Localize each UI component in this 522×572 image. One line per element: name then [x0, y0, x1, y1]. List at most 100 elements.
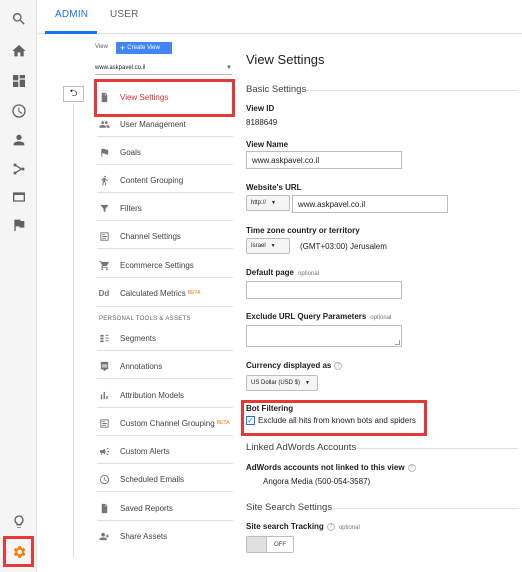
default-page-text: Default page [246, 268, 295, 277]
admin-tabs: ADMIN USER [37, 0, 522, 34]
divider [97, 520, 233, 521]
menu-item-label: Goals [120, 147, 141, 157]
cart-icon [97, 258, 111, 272]
section-label-personal-tools: PERSONAL TOOLS & ASSETS [99, 316, 191, 322]
active-tab-indicator [45, 31, 97, 34]
menu-item-custom-channel-grouping[interactable]: Custom Channel Grouping BETA [97, 411, 247, 435]
currency-dropdown[interactable]: US Dollar (USD $) ▼ [246, 375, 318, 391]
search-icon[interactable] [8, 8, 29, 29]
protocol-dropdown[interactable]: http:// ▼ [246, 195, 290, 211]
arrow-left-icon: ⮌ [69, 87, 78, 99]
optional-text: optional [298, 271, 320, 277]
menu-item-calculated-metrics[interactable]: Dd Calculated Metrics BETA [97, 281, 233, 305]
clock-icon [97, 472, 111, 486]
beta-badge: BETA [187, 290, 201, 296]
create-view-label: Create View [127, 45, 160, 51]
menu-item-share-assets[interactable]: Share Assets [97, 524, 233, 548]
timezone-label: Time zone country or territory [246, 226, 360, 235]
menu-item-content-grouping[interactable]: Content Grouping [97, 168, 233, 192]
menu-item-goals[interactable]: Goals [97, 140, 233, 164]
admin-gear-icon[interactable] [3, 536, 34, 567]
dashboard-icon[interactable] [8, 70, 29, 91]
menu-item-channel-settings[interactable]: Channel Settings [97, 224, 233, 248]
document-icon [97, 501, 111, 515]
menu-item-label: Custom Alerts [120, 446, 170, 456]
view-selector-dropdown[interactable]: www.askpavel.co.il ▼ [95, 61, 232, 75]
adwords-not-linked-text: AdWords accounts not linked to this view [246, 463, 405, 472]
timezone-country-dropdown[interactable]: Israel ▼ [246, 238, 290, 254]
lightbulb-icon[interactable] [8, 511, 29, 532]
clock-icon[interactable] [8, 100, 29, 121]
currency-value: US Dollar (USD $) [251, 380, 301, 386]
menu-item-label: Attribution Models [120, 390, 185, 400]
toggle-label: OFF [274, 541, 286, 548]
flag-icon [97, 145, 111, 159]
tab-user[interactable]: USER [110, 9, 139, 20]
beta-badge: BETA [216, 420, 230, 426]
menu-item-label: Filters [120, 203, 142, 213]
menu-item-label: User Management [120, 119, 186, 129]
view-id-value: 8188649 [246, 118, 278, 127]
website-url-label: Website's URL [246, 183, 302, 192]
divider [97, 491, 233, 492]
acquisition-icon[interactable] [8, 158, 29, 179]
annotation-icon [97, 359, 111, 373]
menu-item-scheduled-emails[interactable]: Scheduled Emails [97, 467, 233, 491]
divider [306, 90, 518, 91]
menu-item-ecommerce-settings[interactable]: Ecommerce Settings [97, 253, 233, 277]
menu-item-attribution-models[interactable]: Attribution Models [97, 383, 233, 407]
exclude-url-input[interactable] [246, 325, 402, 347]
site-search-toggle[interactable]: OFF [246, 536, 294, 553]
menu-item-annotations[interactable]: Annotations [97, 354, 233, 378]
flag-icon[interactable] [8, 214, 29, 235]
default-page-input[interactable] [246, 281, 402, 299]
optional-text: optional [338, 525, 360, 531]
resize-handle[interactable] [395, 340, 400, 345]
divider [356, 448, 518, 449]
menu-item-label: Segments [120, 333, 157, 343]
help-icon[interactable]: ? [334, 361, 343, 370]
chevron-down-icon: ▼ [226, 64, 232, 71]
menu-item-filters[interactable]: Filters [97, 196, 233, 220]
exclude-url-text: Exclude URL Query Parameters [246, 312, 367, 321]
divider [97, 407, 233, 408]
exclude-url-label: Exclude URL Query Parameters optional [246, 312, 391, 321]
menu-item-segments[interactable]: Segments [97, 326, 233, 350]
timezone-dropdown[interactable]: (GMT+03:00) Jerusalem [300, 242, 387, 251]
bar-chart-icon [97, 388, 111, 402]
person-icon[interactable] [8, 129, 29, 150]
divider [97, 277, 233, 278]
chevron-down-icon: ▼ [271, 200, 276, 206]
website-url-input[interactable]: www.askpavel.co.il [292, 195, 448, 213]
divider [97, 192, 233, 193]
menu-item-label: Scheduled Emails [120, 474, 185, 484]
protocol-value: http:// [251, 200, 267, 206]
channel-icon [97, 229, 111, 243]
menu-item-saved-reports[interactable]: Saved Reports [97, 496, 233, 520]
divider [97, 306, 233, 307]
plus-icon: + [120, 43, 126, 53]
divider [97, 136, 233, 137]
timezone-country-value: Israel [251, 243, 266, 249]
back-button[interactable]: ⮌ [63, 86, 84, 102]
chevron-down-icon: ▼ [305, 380, 310, 386]
help-icon[interactable]: ? [407, 463, 416, 472]
toggle-knob [247, 537, 267, 552]
tab-admin[interactable]: ADMIN [55, 9, 88, 20]
site-search-tracking-label: Site search Tracking? optional [246, 522, 360, 531]
selected-view: www.askpavel.co.il [95, 64, 146, 71]
menu-item-label: Share Assets [120, 531, 168, 541]
adwords-account: Angora Media (500-054-3587) [263, 477, 371, 486]
create-view-button[interactable]: + Create View [116, 42, 172, 54]
home-icon[interactable] [8, 40, 29, 61]
menu-item-custom-alerts[interactable]: Custom Alerts [97, 439, 233, 463]
menu-item-user-management[interactable]: User Management [97, 112, 233, 136]
behavior-icon[interactable] [8, 186, 29, 207]
dd-icon: Dd [98, 288, 110, 298]
view-name-input[interactable]: www.askpavel.co.il [246, 151, 402, 169]
divider [97, 248, 233, 249]
filter-icon [97, 201, 111, 215]
help-icon[interactable]: ? [326, 522, 335, 531]
view-id-label: View ID [246, 104, 275, 113]
menu-item-label: Content Grouping [120, 175, 184, 185]
